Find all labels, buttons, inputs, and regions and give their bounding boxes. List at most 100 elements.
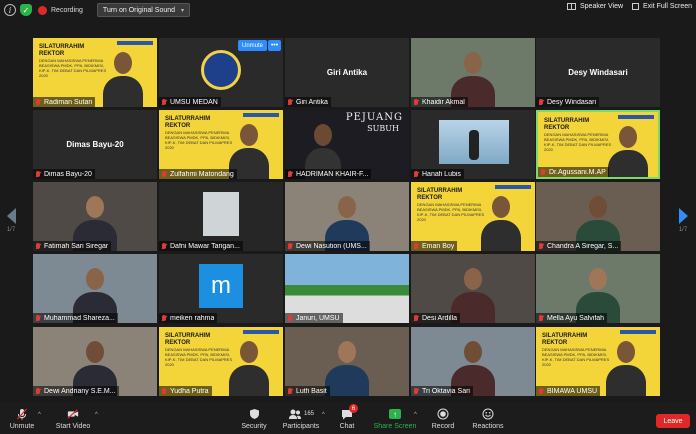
meeting-toolbar: Unmute ^ Start Video ^ Security 165 Part… (0, 402, 696, 434)
arrow-left-icon (6, 208, 16, 224)
pejuang-subtitle: SUBUH (367, 124, 399, 133)
slide-title-line1: SILATURRAHIM (542, 333, 588, 339)
slide-title-line1: SILATURRAHIM (165, 333, 211, 339)
participant-tile[interactable]: Dewi Nasution (UMS... (285, 182, 409, 251)
participant-tile[interactable]: Lutfi Basit (285, 327, 409, 396)
participant-name-bar: Hanafi Lubis (411, 169, 464, 179)
participant-tile[interactable]: PEJUANG SUBUH HADRIMAN KHAIR-F... (285, 110, 409, 179)
participant-tile[interactable]: Giri Antika Giri Antika (285, 38, 409, 107)
fullscreen-icon (632, 3, 639, 10)
participant-tile[interactable]: SILATURRAHIM REKTOR DENGAN MAHASISWA PENER… (159, 110, 283, 179)
participant-tile[interactable]: SILATURRAHIM REKTOR DENGAN MAHASISWA PENER… (536, 110, 660, 179)
participant-name: Mella Ayu Salvifah (547, 314, 605, 322)
chat-button[interactable]: 6 Chat (322, 404, 372, 430)
participant-tile[interactable]: Januri, UMSU (285, 254, 409, 323)
participant-tile[interactable]: Dafni Mawar Tarigan... (159, 182, 283, 251)
next-page-button[interactable]: 1/7 (676, 208, 690, 248)
audio-options-chevron-icon[interactable]: ^ (38, 412, 41, 418)
security-button[interactable]: Security (229, 408, 279, 430)
recording-label: Recording (51, 6, 83, 14)
participant-tile[interactable]: Fatimah Sari Siregar (33, 182, 157, 251)
participant-head (617, 341, 635, 363)
microphone-muted-icon (538, 314, 544, 322)
participant-name: Desi Ardilla (422, 314, 458, 322)
reactions-smiley-icon (482, 408, 494, 420)
participant-tile[interactable]: m meiken rahma (159, 254, 283, 323)
slide-title-line2: REKTOR (165, 123, 191, 129)
start-video-label: Start Video (55, 423, 91, 430)
participant-tile[interactable]: Desi Ardilla (411, 254, 535, 323)
slide-title-line2: REKTOR (165, 340, 191, 346)
reactions-label: Reactions (472, 423, 504, 430)
participant-head (464, 341, 482, 363)
start-video-button[interactable]: Start Video (48, 408, 98, 430)
participant-tile[interactable]: Muhammad Shareza... (33, 254, 157, 323)
avatar-m-icon: m (199, 264, 243, 308)
info-icon[interactable]: i (4, 4, 16, 16)
participant-tile[interactable]: Tri Oktavia Sari (411, 327, 535, 396)
participant-tile[interactable]: Chandra A Siregar, S... (536, 182, 660, 251)
record-button[interactable]: Record (418, 408, 468, 430)
participant-tile[interactable]: SILATURRAHIM REKTOR DENGAN MAHASISWA PENER… (159, 327, 283, 396)
participant-name: Dimas Bayu-20 (44, 170, 92, 178)
shield-icon[interactable]: ✓ (20, 4, 32, 16)
slide-title: SILATURRAHIM REKTOR (544, 118, 589, 132)
share-options-chevron-icon[interactable]: ^ (414, 412, 417, 418)
sponsor-logos (243, 113, 279, 117)
participant-tile[interactable]: Mella Ayu Salvifah (536, 254, 660, 323)
recording-indicator: Recording (38, 5, 83, 15)
participant-tile[interactable]: SILATURRAHIM REKTOR DENGAN MAHASISWA PENER… (33, 38, 157, 107)
share-screen-icon: ↑ (389, 408, 401, 420)
security-shield-icon (248, 408, 260, 420)
chat-unread-badge: 6 (349, 404, 358, 413)
participant-name-bar: Januri, UMSU (285, 313, 343, 323)
participant-name-bar: Desi Ardilla (411, 313, 461, 323)
microphone-muted-icon (287, 387, 293, 395)
shared-photo (439, 120, 509, 164)
record-dot-icon (38, 5, 47, 15)
participant-tile[interactable]: Dewi Andriany S.E.M... (33, 327, 157, 396)
page-indicator-left: 1/7 (6, 227, 16, 233)
participant-figure (229, 365, 269, 396)
microphone-muted-icon (35, 314, 41, 322)
share-screen-button[interactable]: ↑ Share Screen (370, 408, 420, 430)
top-bar: i ✓ Recording Turn on Original Sound ▾ S… (0, 0, 696, 20)
participant-name: Muhammad Shareza... (44, 314, 115, 322)
participant-name: UMSU MEDAN (170, 98, 218, 106)
original-sound-button[interactable]: Turn on Original Sound ▾ (96, 3, 191, 17)
participant-tile[interactable]: Khaidir Akmal (411, 38, 535, 107)
previous-page-button[interactable]: 1/7 (4, 208, 18, 248)
reactions-button[interactable]: Reactions (463, 408, 513, 430)
participant-tile[interactable]: SILATURRAHIM REKTOR DENGAN MAHASISWA PENER… (536, 327, 660, 396)
video-options-chevron-icon[interactable]: ^ (95, 412, 98, 418)
participant-name-bar: Eman Boy (411, 241, 458, 251)
slide-title: SILATURRAHIM REKTOR (165, 333, 210, 347)
slide-title-line1: SILATURRAHIM (417, 188, 463, 194)
participant-name: Dewi Nasution (UMS... (296, 242, 367, 250)
microphone-muted-icon (413, 314, 419, 322)
participant-name-bar: Tri Oktavia Sari (411, 386, 473, 396)
participants-icon: 165 (286, 408, 316, 420)
participant-name: Yudha Putra (170, 387, 209, 395)
leave-button[interactable]: Leave (656, 414, 690, 428)
slide-title-line1: SILATURRAHIM (165, 116, 211, 122)
participant-tile[interactable]: SILATURRAHIM REKTOR DENGAN MAHASISWA PENER… (411, 182, 535, 251)
slide-title: SILATURRAHIM REKTOR (165, 116, 210, 130)
tile-more-button[interactable]: ••• (268, 40, 281, 51)
slide-title: SILATURRAHIM REKTOR (542, 333, 587, 347)
pejuang-title: PEJUANG (345, 112, 403, 123)
participant-tile[interactable]: Desy Windasari Desy Windasari (536, 38, 660, 107)
speaker-view-button[interactable]: Speaker View (567, 3, 623, 10)
participant-name-bar: Mella Ayu Salvifah (536, 313, 608, 323)
tile-unmute-button[interactable]: Unmute (238, 40, 268, 51)
participant-head (86, 268, 104, 290)
participant-head (114, 52, 132, 74)
participant-name: Giri Antika (296, 98, 328, 106)
participant-tile[interactable]: Hanafi Lubis (411, 110, 535, 179)
unmute-label: Unmute (9, 423, 35, 430)
slide-title-line2: REKTOR (417, 195, 443, 201)
participant-name-bar: Desy Windasari (536, 97, 600, 107)
exit-fullscreen-button[interactable]: Exit Full Screen (632, 3, 692, 10)
participant-tile[interactable]: Dimas Bayu-20 Dimas Bayu-20 (33, 110, 157, 179)
participants-button[interactable]: 165 Participants (276, 408, 326, 430)
